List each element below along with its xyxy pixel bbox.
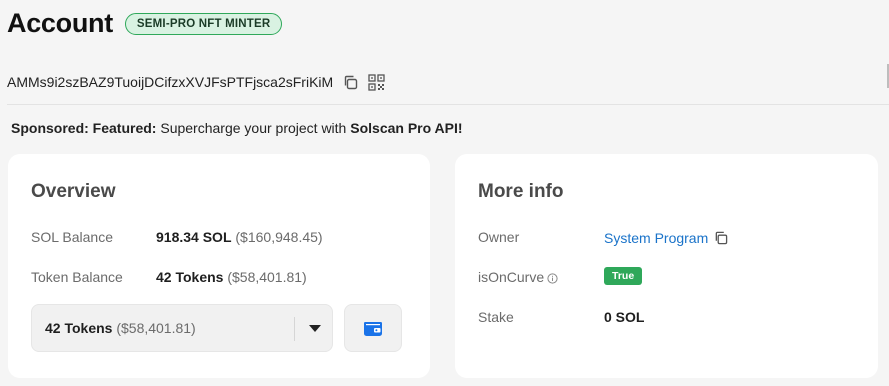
qr-code-icon[interactable] <box>367 73 385 91</box>
stake-label: Stake <box>478 309 514 325</box>
sol-balance-amount: 918.34 SOL <box>156 229 232 245</box>
sponsored-text: Supercharge your project with <box>160 120 347 136</box>
token-balance-label: Token Balance <box>31 269 123 285</box>
page-title: Account <box>7 7 113 38</box>
overview-card: Overview SOL Balance 918.34 SOL ($160,94… <box>8 154 430 378</box>
token-balance-amount: 42 Tokens <box>156 269 224 285</box>
owner-value-row: System Program <box>604 229 730 247</box>
token-balance-usd: ($58,401.81) <box>227 269 307 285</box>
wallet-icon <box>364 321 382 336</box>
account-address: AMMs9i2szBAZ9TuoijDCifzxXVJFsPTFjsca2sFr… <box>7 74 334 90</box>
sol-balance-value: 918.34 SOL ($160,948.45) <box>156 229 323 245</box>
is-on-curve-row-label: isOnCurve <box>478 269 558 285</box>
more-info-card: More info Owner System Program isOnCurve… <box>455 154 878 378</box>
token-select-usd: ($58,401.81) <box>116 320 196 336</box>
chevron-down-icon[interactable] <box>309 325 321 332</box>
wallet-button[interactable] <box>344 304 402 352</box>
info-icon[interactable] <box>547 273 558 284</box>
page-header: Account SEMI-PRO NFT MINTER <box>7 4 283 42</box>
stake-value: 0 SOL <box>604 309 644 325</box>
header-divider <box>7 104 889 105</box>
copy-icon[interactable] <box>712 229 730 247</box>
overview-title: Overview <box>31 181 116 202</box>
owner-label: Owner <box>478 229 520 245</box>
sponsored-prefix: Sponsored: Featured: <box>11 120 157 136</box>
is-on-curve-label: isOnCurve <box>478 269 545 285</box>
token-select-dropdown[interactable]: 42 Tokens ($58,401.81) <box>31 304 333 352</box>
sponsored-highlight[interactable]: Solscan Pro API! <box>350 120 462 136</box>
is-on-curve-badge: True <box>604 267 643 285</box>
owner-link[interactable]: System Program <box>604 230 708 246</box>
sol-balance-usd: ($160,948.45) <box>235 229 323 245</box>
stake-amount: 0 SOL <box>604 309 645 325</box>
address-row: AMMs9i2szBAZ9TuoijDCifzxXVJFsPTFjsca2sFr… <box>7 71 385 93</box>
copy-icon[interactable] <box>341 73 359 91</box>
sponsored-banner[interactable]: Sponsored: Featured: Supercharge your pr… <box>11 120 463 136</box>
token-balance-value: 42 Tokens ($58,401.81) <box>156 269 307 285</box>
sol-balance-label: SOL Balance <box>31 229 113 245</box>
more-info-title: More info <box>478 181 564 202</box>
token-select-count: 42 Tokens <box>45 320 113 336</box>
select-separator <box>294 317 295 341</box>
account-badge: SEMI-PRO NFT MINTER <box>124 13 283 35</box>
token-select-value: 42 Tokens ($58,401.81) <box>45 320 196 336</box>
